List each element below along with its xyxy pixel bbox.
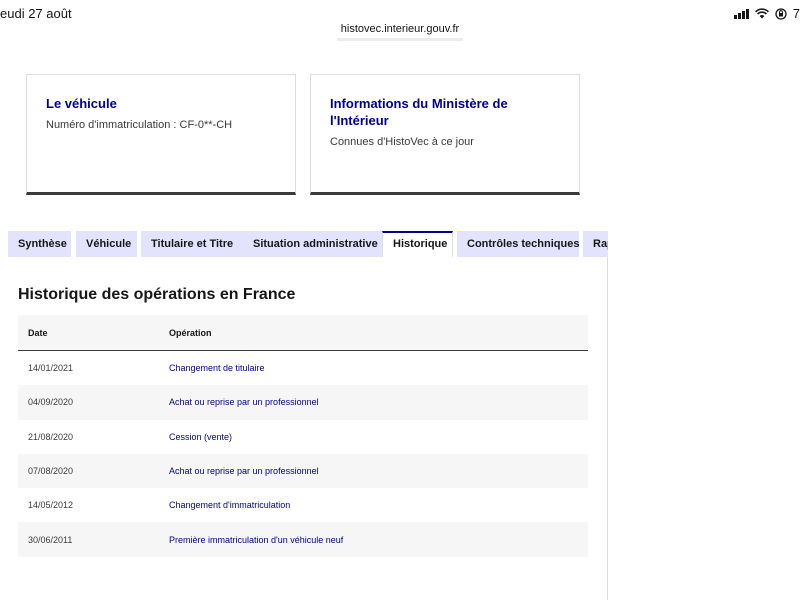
- registration-number-text: Numéro d'immatriculation : CF-0**-CH: [46, 119, 233, 131]
- tab-controles-techniques[interactable]: Contrôles techniques: [457, 231, 579, 257]
- status-bar-date: eudi 27 août: [0, 6, 72, 21]
- browser-url[interactable]: histovec.interieur.gouv.fr: [0, 23, 800, 35]
- tab-rapport[interactable]: Rap: [583, 231, 608, 257]
- orientation-lock-icon: [775, 7, 787, 20]
- section-title: Historique des opérations en France: [18, 286, 296, 303]
- battery-percentage: 7: [792, 6, 800, 21]
- table-row: 21/08/2020 Cession (vente): [18, 419, 588, 454]
- row-operation: Changement de titulaire: [169, 363, 265, 374]
- tab-vehicule[interactable]: Véhicule: [76, 231, 137, 257]
- ministry-info-card-title: Informations du Ministère de l'Intérieur: [330, 96, 508, 128]
- status-bar-indicators: 7: [733, 6, 800, 21]
- table-row: 07/08/2020 Achat ou reprise par un profe…: [18, 453, 588, 489]
- tab-bar: Synthèse Véhicule Titulaire et Titre Sit…: [8, 231, 608, 257]
- row-operation: Cession (vente): [169, 431, 233, 442]
- tab-synthese[interactable]: Synthèse: [8, 231, 71, 257]
- row-date: 30/06/2011: [28, 534, 73, 545]
- column-header-operation: Opération: [169, 327, 212, 338]
- url-bar-divider: [337, 38, 463, 41]
- row-operation: Achat ou reprise par un professionnel: [169, 397, 319, 408]
- row-operation: Achat ou reprise par un professionnel: [169, 466, 319, 477]
- ministry-info-card-text: Connues d'HistoVec à ce jour: [330, 136, 474, 148]
- row-operation: Changement d'immatriculation: [169, 500, 291, 511]
- row-date: 04/09/2020: [28, 397, 74, 408]
- vehicle-card-title: Le véhicule: [46, 96, 117, 111]
- table-row: 14/05/2012 Changement d'immatriculation: [18, 488, 588, 523]
- operations-table: Date Opération 14/01/2021 Changement de …: [18, 315, 588, 557]
- ministry-info-card: Informations du Ministère de l'Intérieur…: [310, 74, 580, 195]
- table-header: Date Opération: [18, 315, 588, 351]
- row-date: 14/01/2021: [28, 363, 74, 374]
- column-header-date: Date: [28, 327, 48, 338]
- table-row: 04/09/2020 Achat ou reprise par un profe…: [18, 385, 588, 420]
- tab-historique[interactable]: Historique: [382, 231, 453, 257]
- panel-border: [607, 257, 608, 600]
- cellular-signal-icon: [733, 8, 749, 19]
- row-date: 07/08/2020: [28, 466, 74, 477]
- row-date: 14/05/2012: [28, 500, 74, 511]
- table-row: 14/01/2021 Changement de titulaire: [18, 351, 588, 386]
- row-operation: Première immatriculation d'un véhicule n…: [169, 534, 344, 545]
- vehicle-card: Le véhicule Numéro d'immatriculation : C…: [26, 74, 296, 195]
- tab-titulaire-et-titre[interactable]: Titulaire et Titre: [141, 231, 245, 257]
- table-row: 30/06/2011 Première immatriculation d'un…: [18, 522, 588, 557]
- row-date: 21/08/2020: [28, 431, 74, 442]
- tab-situation-administrative[interactable]: Situation administrative: [243, 231, 384, 257]
- wifi-icon: [754, 8, 769, 19]
